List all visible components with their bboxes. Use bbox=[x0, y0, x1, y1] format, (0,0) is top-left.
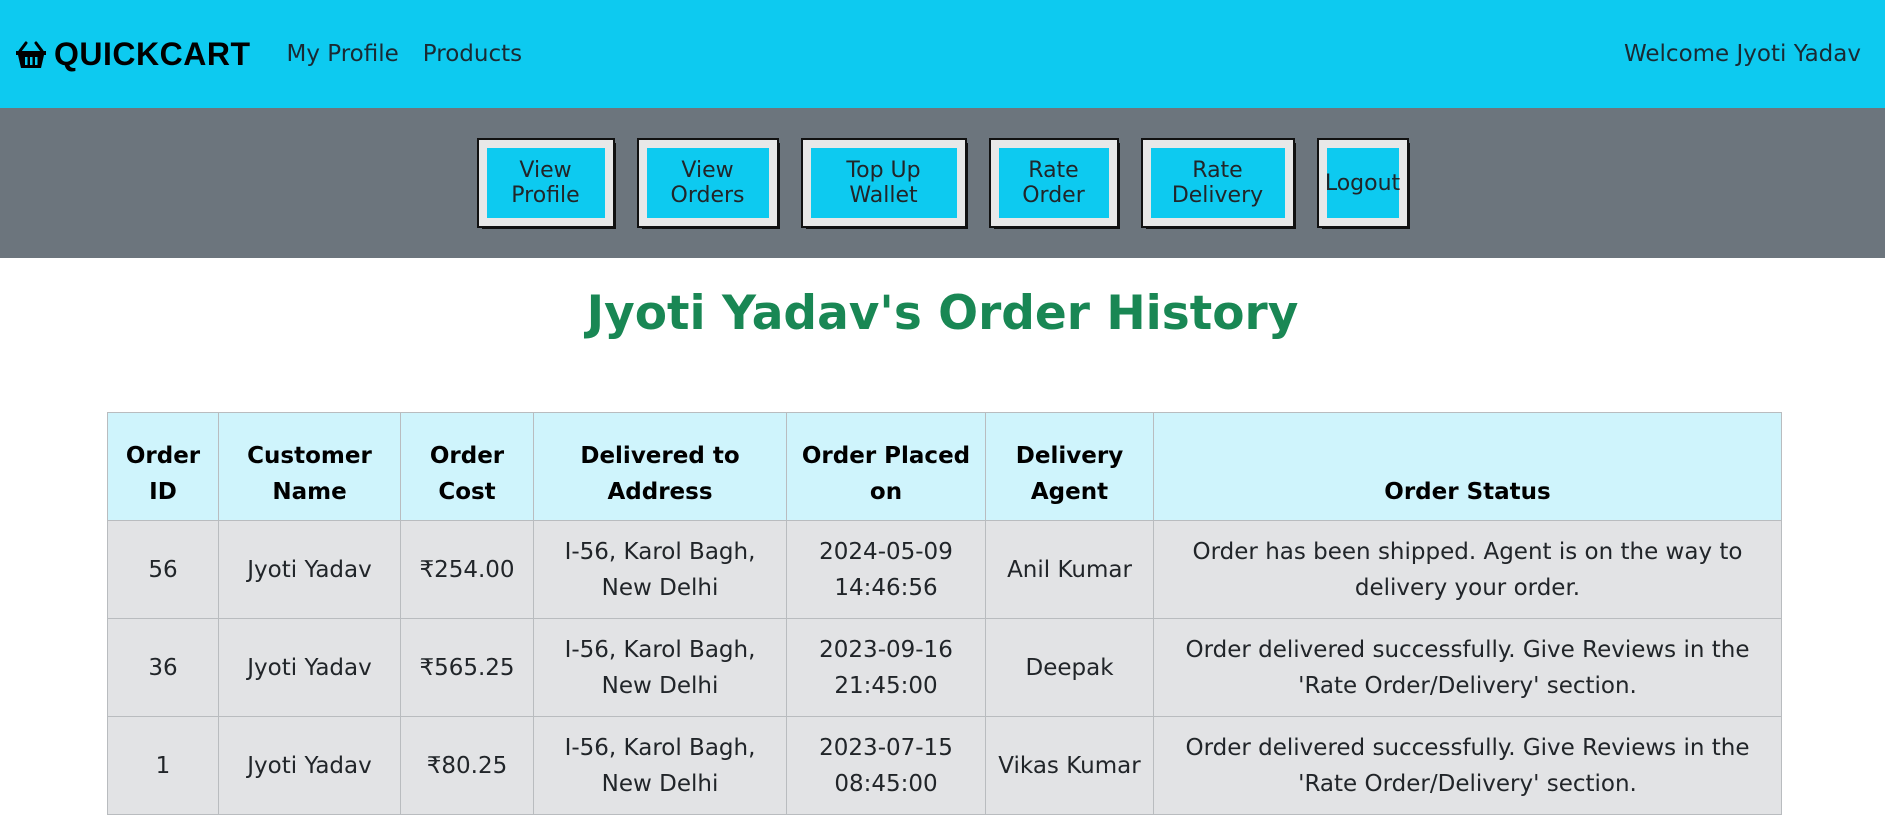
cell-order-placed: 2023-07-15 08:45:00 bbox=[786, 716, 986, 815]
nav-products[interactable]: Products bbox=[423, 41, 522, 67]
view-orders-button[interactable]: View Orders bbox=[636, 138, 779, 228]
cell-order-status: Order has been shipped. Agent is on the … bbox=[1153, 520, 1782, 619]
cell-order-placed: 2023-09-16 21:45:00 bbox=[786, 618, 986, 717]
brand-logo[interactable]: QUICKCART bbox=[14, 36, 250, 73]
order-history-table-container: Order ID Customer Name Order Cost Delive… bbox=[107, 412, 1782, 815]
cell-order-id: 36 bbox=[107, 618, 219, 717]
header-delivered-to-address: Delivered to Address bbox=[533, 412, 787, 521]
rate-delivery-button[interactable]: Rate Delivery bbox=[1140, 138, 1295, 228]
header-order-placed-on: Order Placed on bbox=[786, 412, 986, 521]
cell-customer-name: Jyoti Yadav bbox=[218, 716, 401, 815]
cell-address: I-56, Karol Bagh, New Delhi bbox=[533, 618, 787, 717]
order-history-table: Order ID Customer Name Order Cost Delive… bbox=[107, 412, 1782, 815]
table-row: 1 Jyoti Yadav ₹80.25 I-56, Karol Bagh, N… bbox=[107, 716, 1782, 815]
cell-address: I-56, Karol Bagh, New Delhi bbox=[533, 716, 787, 815]
brand-name: QUICKCART bbox=[54, 35, 251, 72]
cell-customer-name: Jyoti Yadav bbox=[218, 618, 401, 717]
welcome-text: Welcome Jyoti Yadav bbox=[1624, 41, 1861, 67]
rate-order-button[interactable]: Rate Order bbox=[988, 138, 1119, 228]
shopping-basket-icon bbox=[16, 41, 46, 68]
view-profile-button[interactable]: View Profile bbox=[476, 138, 615, 228]
header-delivery-agent: Delivery Agent bbox=[985, 412, 1154, 521]
top-navbar: QUICKCART My Profile Products Welcome Jy… bbox=[0, 0, 1885, 108]
cell-address: I-56, Karol Bagh, New Delhi bbox=[533, 520, 787, 619]
cell-order-id: 1 bbox=[107, 716, 219, 815]
table-header-row: Order ID Customer Name Order Cost Delive… bbox=[107, 412, 1782, 521]
cell-order-placed: 2024-05-09 14:46:56 bbox=[786, 520, 986, 619]
cell-delivery-agent: Anil Kumar bbox=[985, 520, 1154, 619]
header-order-id: Order ID bbox=[107, 412, 219, 521]
header-order-status: Order Status bbox=[1153, 412, 1782, 521]
table-row: 56 Jyoti Yadav ₹254.00 I-56, Karol Bagh,… bbox=[107, 520, 1782, 619]
cell-order-cost: ₹565.25 bbox=[400, 618, 534, 717]
action-bar: View Profile View Orders Top Up Wallet R… bbox=[0, 108, 1885, 258]
header-customer-name: Customer Name bbox=[218, 412, 401, 521]
header-order-cost: Order Cost bbox=[400, 412, 534, 521]
cell-order-status: Order delivered successfully. Give Revie… bbox=[1153, 618, 1782, 717]
nav-my-profile[interactable]: My Profile bbox=[286, 41, 398, 67]
cell-delivery-agent: Vikas Kumar bbox=[985, 716, 1154, 815]
cell-delivery-agent: Deepak bbox=[985, 618, 1154, 717]
cell-order-cost: ₹80.25 bbox=[400, 716, 534, 815]
cell-customer-name: Jyoti Yadav bbox=[218, 520, 401, 619]
top-up-wallet-button[interactable]: Top Up Wallet bbox=[800, 138, 967, 228]
page-title: Jyoti Yadav's Order History bbox=[586, 286, 1299, 341]
cell-order-status: Order delivered successfully. Give Revie… bbox=[1153, 716, 1782, 815]
logout-button[interactable]: Logout bbox=[1316, 138, 1409, 228]
cell-order-cost: ₹254.00 bbox=[400, 520, 534, 619]
cell-order-id: 56 bbox=[107, 520, 219, 619]
table-row: 36 Jyoti Yadav ₹565.25 I-56, Karol Bagh,… bbox=[107, 618, 1782, 717]
